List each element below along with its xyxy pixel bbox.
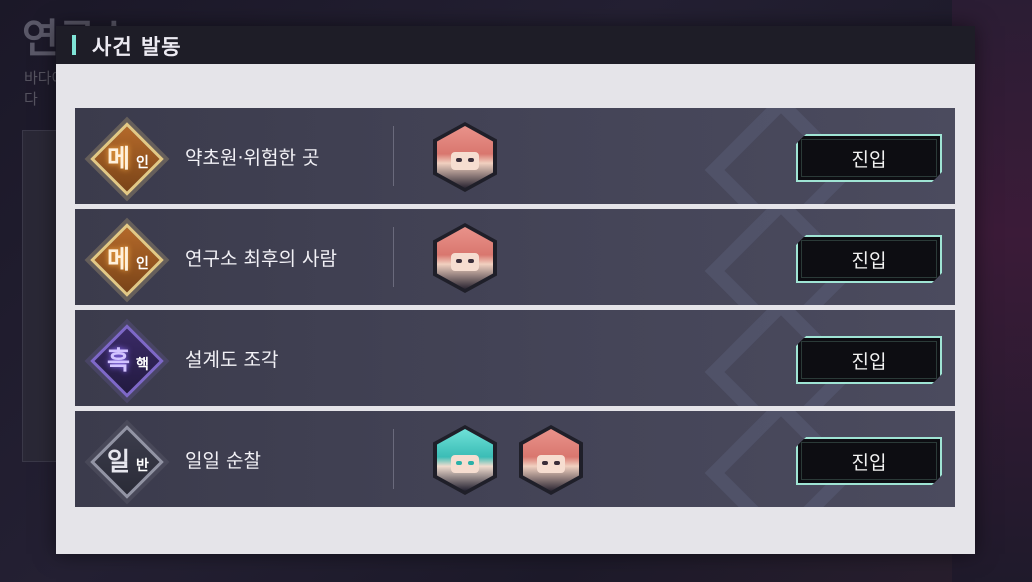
pink-hair-character-avatar[interactable] [433, 122, 497, 192]
main-badge-icon: 메 인 [89, 222, 164, 297]
row-divider [393, 227, 394, 287]
event-title: 약초원·위험한 곳 [185, 147, 320, 169]
row-divider [393, 429, 394, 489]
badge-label-large: 일 [107, 447, 131, 476]
character-avatars [433, 425, 605, 495]
event-list: 메 인 약초원·위험한 곳 진입 메 인 연구소 최후의 사람 진입 흑 핵 설… [75, 108, 955, 512]
event-row: 메 인 연구소 최후의 사람 진입 [75, 209, 955, 305]
character-avatars [433, 223, 519, 293]
modal-header: 사건 발동 [56, 26, 975, 64]
enter-button[interactable]: 진입 [796, 336, 942, 384]
badge-label-small: 인 [136, 155, 149, 171]
event-title: 일일 순찰 [185, 450, 261, 472]
enter-button[interactable]: 진입 [796, 134, 942, 182]
event-trigger-modal: 사건 발동 메 인 약초원·위험한 곳 진입 메 인 연구소 최후의 사람 진입… [56, 26, 975, 554]
enter-button-label: 진입 [851, 350, 887, 373]
badge-label-small: 인 [136, 256, 149, 272]
character-avatars [433, 122, 519, 192]
badge-label-large: 흑 [107, 346, 131, 375]
event-row: 메 인 약초원·위험한 곳 진입 [75, 108, 955, 204]
black-core-badge-icon: 흑 핵 [89, 323, 164, 398]
enter-button[interactable]: 진입 [796, 437, 942, 485]
badge-label-large: 메 [107, 144, 131, 173]
event-title: 연구소 최후의 사람 [185, 248, 337, 270]
main-badge-icon: 메 인 [89, 121, 164, 196]
teal-hair-character-avatar[interactable] [433, 425, 497, 495]
row-divider [393, 126, 394, 186]
enter-button-label: 진입 [851, 451, 887, 474]
badge-label-large: 메 [107, 245, 131, 274]
normal-badge-icon: 일 반 [89, 424, 164, 499]
badge-label-small: 반 [136, 458, 149, 474]
pink-hair-character-avatar[interactable] [519, 425, 583, 495]
header-accent-bar [72, 35, 76, 55]
event-title: 설계도 조각 [185, 349, 279, 371]
enter-button-label: 진입 [851, 148, 887, 171]
event-row: 일 반 일일 순찰 진입 [75, 411, 955, 507]
enter-button[interactable]: 진입 [796, 235, 942, 283]
enter-button-label: 진입 [851, 249, 887, 272]
pink-hair-character-avatar[interactable] [433, 223, 497, 293]
badge-label-small: 핵 [136, 357, 149, 373]
event-row: 흑 핵 설계도 조각 진입 [75, 310, 955, 406]
modal-title: 사건 발동 [92, 35, 182, 59]
